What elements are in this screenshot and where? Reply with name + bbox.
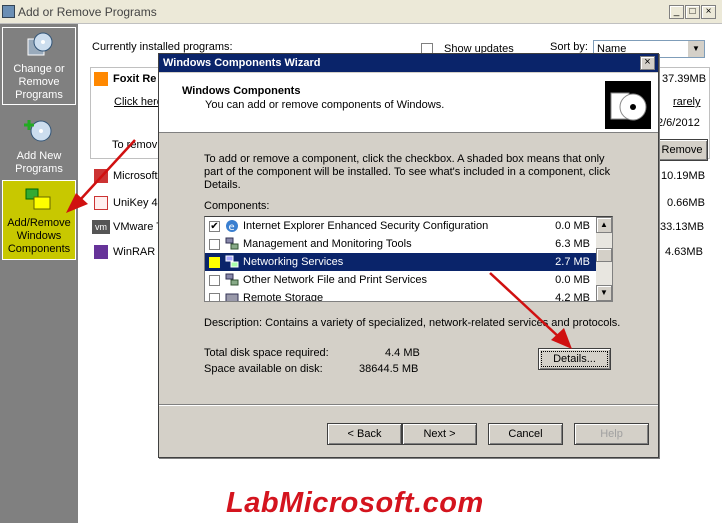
program-name: Foxit Re <box>113 73 157 85</box>
dialog-separator <box>159 404 658 406</box>
component-checkbox[interactable] <box>209 275 220 286</box>
list-item[interactable]: ✔ e Internet Explorer Enhanced Security … <box>205 217 596 235</box>
program-name: UniKey 4. <box>113 197 161 209</box>
component-name: Other Network File and Print Services <box>243 274 428 286</box>
dialog-header: Windows Components You can add or remove… <box>159 73 658 133</box>
support-link[interactable]: Click here <box>114 96 163 108</box>
component-checkbox[interactable]: ✔ <box>209 221 220 232</box>
program-size: 0.66MB <box>667 197 705 209</box>
back-button[interactable]: < Back <box>327 423 402 445</box>
change-remove-label: Change or Remove Programs <box>13 63 65 101</box>
scroll-up-icon[interactable]: ▲ <box>596 217 612 233</box>
to-remove-text: To remov <box>112 139 158 151</box>
cancel-button[interactable]: Cancel <box>488 423 563 445</box>
total-disk-label: Total disk space required: <box>204 347 329 359</box>
component-name: Internet Explorer Enhanced Security Conf… <box>243 220 489 232</box>
program-icon <box>94 169 108 183</box>
program-size: 10.19MB <box>661 170 706 182</box>
storage-icon <box>225 293 239 301</box>
component-checkbox[interactable] <box>209 257 220 268</box>
used-frequency: rarely <box>673 96 701 108</box>
program-name: VMware T <box>113 221 163 233</box>
app-icon <box>2 5 15 18</box>
component-size: 0.0 MB <box>555 220 590 232</box>
component-name: Remote Storage <box>243 292 324 302</box>
cd-box-icon <box>27 32 53 56</box>
minimize-button[interactable]: _ <box>669 5 684 19</box>
cd-add-icon <box>24 120 52 142</box>
program-name: WinRAR a <box>113 246 165 258</box>
window-title: Add or Remove Programs <box>18 5 157 19</box>
sort-by-label: Sort by: <box>550 41 588 53</box>
add-remove-windows-components-button[interactable]: Add/Remove Windows Components <box>2 180 76 260</box>
watermark: LabMicrosoft.com <box>226 487 484 519</box>
svg-text:e: e <box>229 222 235 233</box>
windows-components-wizard-dialog: Windows Components Wizard × Windows Comp… <box>158 53 659 458</box>
change-remove-programs-button[interactable]: Change or Remove Programs <box>2 27 76 105</box>
internet-explorer-icon: e <box>226 220 238 233</box>
component-size: 4.2 MB <box>555 292 590 302</box>
maximize-button[interactable]: □ <box>685 5 700 19</box>
winrar-icon <box>94 245 108 259</box>
list-item-selected[interactable]: Networking Services 2.7 MB <box>205 253 596 271</box>
instructions-text: To add or remove a component, click the … <box>204 153 611 191</box>
remove-button[interactable]: Remove <box>656 139 708 161</box>
cd-box-icon <box>605 81 651 129</box>
scroll-down-icon[interactable]: ▼ <box>596 285 612 301</box>
component-name: Management and Monitoring Tools <box>243 238 412 250</box>
program-size: 33.13MB <box>660 221 705 233</box>
scrollbar-thumb[interactable] <box>596 248 612 262</box>
program-size: 37.39MB <box>662 73 707 85</box>
dialog-close-button[interactable]: × <box>640 56 655 70</box>
vmware-icon: vm <box>92 220 110 234</box>
main-title-bar: Add or Remove Programs _ □ × <box>0 0 722 24</box>
help-button[interactable]: Help <box>574 423 649 445</box>
space-available-label: Space available on disk: <box>204 363 323 375</box>
component-size: 2.7 MB <box>555 256 590 268</box>
program-name: Microsoft <box>113 170 158 182</box>
component-description: Description: Contains a variety of speci… <box>204 317 621 329</box>
list-item[interactable]: Management and Monitoring Tools 6.3 MB <box>205 235 596 253</box>
space-available-value: 38644.5 MB <box>359 363 419 375</box>
details-button[interactable]: Details... <box>538 348 611 370</box>
list-item[interactable]: Other Network File and Print Services 0.… <box>205 271 596 289</box>
list-item[interactable]: Remote Storage 4.2 MB <box>205 289 596 302</box>
close-button[interactable]: × <box>701 5 716 19</box>
foxit-icon <box>94 72 108 86</box>
add-new-programs-button[interactable]: Add New Programs <box>2 118 76 178</box>
network-computers-icon <box>225 237 239 250</box>
next-button[interactable]: Next > <box>402 423 477 445</box>
dialog-title: Windows Components Wizard <box>159 54 658 72</box>
components-scrollbar[interactable]: ▲ ▼ <box>596 217 612 301</box>
dialog-header-title: Windows Components <box>182 85 301 97</box>
add-new-label: Add New Programs <box>15 150 63 175</box>
program-size: 4.63MB <box>665 246 703 258</box>
total-disk-value: 4.4 MB <box>385 347 420 359</box>
component-checkbox[interactable] <box>209 293 220 301</box>
components-label: Components: <box>204 200 270 212</box>
chevron-down-icon[interactable]: ▼ <box>688 41 704 57</box>
last-used-date: 2/6/2012 <box>657 117 700 129</box>
dialog-header-subtitle: You can add or remove components of Wind… <box>205 99 445 111</box>
component-name: Networking Services <box>243 256 344 268</box>
currently-installed-label: Currently installed programs: <box>92 41 233 53</box>
add-remove-components-label: Add/Remove Windows Components <box>7 217 71 255</box>
component-size: 6.3 MB <box>555 238 590 250</box>
component-checkbox[interactable] <box>209 239 220 250</box>
network-computers-icon <box>225 273 239 286</box>
components-list[interactable]: ✔ e Internet Explorer Enhanced Security … <box>204 216 613 302</box>
network-computers-icon <box>225 255 239 268</box>
windows-components-icon <box>25 188 51 210</box>
program-icon <box>94 196 108 210</box>
component-size: 0.0 MB <box>555 274 590 286</box>
